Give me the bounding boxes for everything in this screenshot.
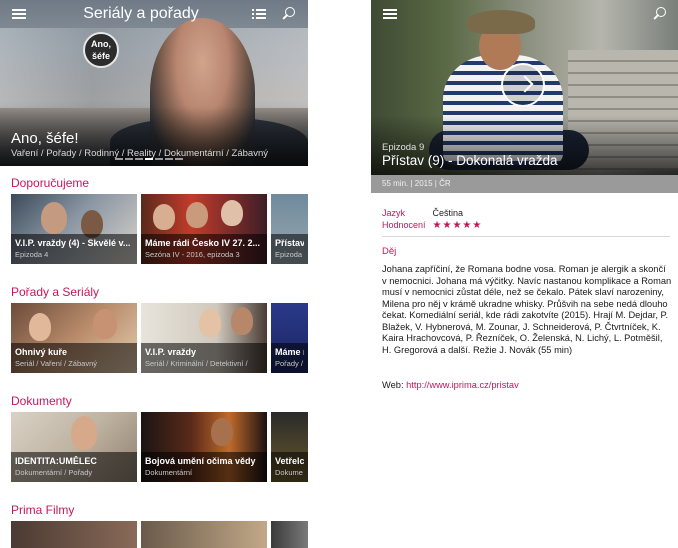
list-icon[interactable] (252, 9, 266, 20)
tile-image-face (41, 202, 67, 234)
play-icon[interactable] (501, 63, 545, 107)
content-tile[interactable]: Přístav ( Epizoda (271, 194, 308, 264)
content-tile[interactable] (11, 521, 137, 548)
tile-image-face (71, 416, 97, 450)
content-tile[interactable]: Ohnivý kuře Seriál / Vaření / Zábavný (11, 303, 137, 373)
language-value: Čeština (432, 208, 464, 218)
top-bar: Seriály a pořady (0, 0, 308, 28)
tile-caption: Bojová umění očima vědy Dokumentární (141, 452, 267, 482)
content-tile[interactable]: V.I.P. vraždy Seriál / Kriminální / Dete… (141, 303, 267, 373)
hamburger-icon[interactable] (383, 9, 397, 19)
tile-title: Vetřelci (275, 456, 304, 466)
tile-subtitle: Seriál / Vaření / Zábavný (15, 359, 97, 368)
section-title-films[interactable]: Prima Filmy (11, 503, 74, 517)
tile-subtitle: Dokume (275, 468, 303, 477)
tile-subtitle: Pořady / (275, 359, 303, 368)
carousel-dot[interactable] (175, 158, 183, 160)
tile-row-recommended: V.I.P. vraždy (4) - Skvělé v... Epizoda … (11, 194, 308, 264)
tile-subtitle: Dokumentární (145, 468, 193, 477)
tile-subtitle: Dokumentární / Pořady (15, 468, 93, 477)
plot-text: Johana zapříčiní, že Romana bodne vosa. … (382, 264, 672, 355)
tile-title: V.I.P. vraždy (145, 347, 197, 357)
tile-caption: Přístav ( Epizoda (271, 234, 308, 264)
plot-heading: Děj (382, 246, 397, 257)
tile-row-shows: Ohnivý kuře Seriál / Vaření / Zábavný V.… (11, 303, 308, 373)
episode-detail-screen: Epizoda 9 Přístav (9) - Dokonalá vražda … (371, 0, 678, 548)
web-link[interactable]: http://www.iprima.cz/pristav (406, 380, 519, 390)
web-label: Web: (382, 380, 404, 390)
tile-title: Ohnivý kuře (15, 347, 68, 357)
search-icon[interactable] (653, 7, 666, 20)
web-row: Web: http://www.iprima.cz/pristav (382, 380, 519, 390)
show-logo: Ano, šéfe (83, 32, 119, 68)
tile-subtitle: Epizoda (275, 250, 303, 259)
tile-image-face (199, 309, 221, 337)
tile-row-documentaries: IDENTITA:UMĚLEC Dokumentární / Pořady Bo… (11, 412, 308, 482)
tile-image-face (211, 418, 233, 446)
tile-image-face (29, 313, 51, 341)
tile-caption: V.I.P. vraždy Seriál / Kriminální / Dete… (141, 343, 267, 373)
hero-title: Ano, šéfe! (11, 130, 79, 147)
section-title-shows[interactable]: Pořady a Seriály (11, 285, 99, 299)
content-tile[interactable]: Vetřelci Dokume (271, 412, 308, 482)
tile-caption: V.I.P. vraždy (4) - Skvělé v... Epizoda … (11, 234, 137, 264)
carousel-dot[interactable] (115, 158, 123, 160)
rating-label: Hodnocení (382, 220, 426, 230)
tile-title: V.I.P. vraždy (4) - Skvělé v... (15, 238, 131, 248)
section-title-recommended[interactable]: Doporučujeme (11, 176, 89, 190)
content-tile[interactable]: V.I.P. vraždy (4) - Skvělé v... Epizoda … (11, 194, 137, 264)
tile-caption: Máme r Pořady / (271, 343, 308, 373)
rating-row: Hodnocení ★★★★★ (382, 220, 482, 231)
carousel-dot[interactable] (165, 158, 173, 160)
tile-title: IDENTITA:UMĚLEC (15, 456, 97, 466)
hero-image-hat (467, 10, 535, 34)
tile-title: Máme r (275, 347, 304, 357)
content-tile[interactable]: Máme r Pořady / (271, 303, 308, 373)
episode-meta: 55 min. | 2015 | ČR (371, 175, 678, 193)
hero-banner[interactable]: Ano, šéfe Ano, šéfe! Vaření / Pořady / R… (0, 0, 308, 166)
section-title-documentaries[interactable]: Dokumenty (11, 394, 72, 408)
tile-caption: Vetřelci Dokume (271, 452, 308, 482)
episode-label: Epizoda 9 (382, 142, 425, 153)
carousel-dot[interactable] (155, 158, 163, 160)
content-tile[interactable]: IDENTITA:UMĚLEC Dokumentární / Pořady (11, 412, 137, 482)
tile-subtitle: Epizoda 4 (15, 250, 49, 259)
tile-image-face (153, 204, 175, 230)
tile-caption: Ohnivý kuře Seriál / Vaření / Zábavný (11, 343, 137, 373)
language-row: Jazyk Čeština (382, 208, 463, 218)
tile-image-face (221, 200, 243, 226)
series-list-screen: Ano, šéfe Ano, šéfe! Vaření / Pořady / R… (0, 0, 308, 548)
episode-hero: Epizoda 9 Přístav (9) - Dokonalá vražda (371, 0, 678, 175)
tile-caption: IDENTITA:UMĚLEC Dokumentární / Pořady (11, 452, 137, 482)
episode-title: Přístav (9) - Dokonalá vražda (382, 153, 558, 168)
star-rating[interactable]: ★★★★★ (433, 220, 483, 231)
tile-title: Přístav ( (275, 238, 304, 248)
tile-subtitle: Seriál / Kriminální / Detektivní / (145, 359, 248, 368)
tile-caption: Máme rádi Česko IV 27. 2... Sezóna IV - … (141, 234, 267, 264)
tile-row-films (11, 521, 308, 548)
carousel-dot[interactable] (125, 158, 133, 160)
content-tile[interactable] (141, 521, 267, 548)
content-tile[interactable]: Máme rádi Česko IV 27. 2... Sezóna IV - … (141, 194, 267, 264)
tile-image-face (231, 307, 253, 335)
page-title: Seriály a pořady (83, 5, 199, 22)
search-icon[interactable] (282, 7, 295, 20)
carousel-dot[interactable] (135, 158, 143, 160)
tile-title: Bojová umění očima vědy (145, 456, 256, 466)
tile-image-face (93, 309, 117, 339)
content-tile[interactable]: Bojová umění očima vědy Dokumentární (141, 412, 267, 482)
tile-subtitle: Sezóna IV - 2016, epizoda 3 (145, 250, 240, 259)
language-label: Jazyk (382, 208, 406, 218)
divider (382, 236, 670, 237)
carousel-dot-active[interactable] (145, 158, 153, 160)
carousel-indicator[interactable] (115, 158, 183, 160)
content-tile[interactable] (271, 521, 308, 548)
tile-image-face (186, 202, 208, 228)
tile-title: Máme rádi Česko IV 27. 2... (145, 238, 261, 248)
